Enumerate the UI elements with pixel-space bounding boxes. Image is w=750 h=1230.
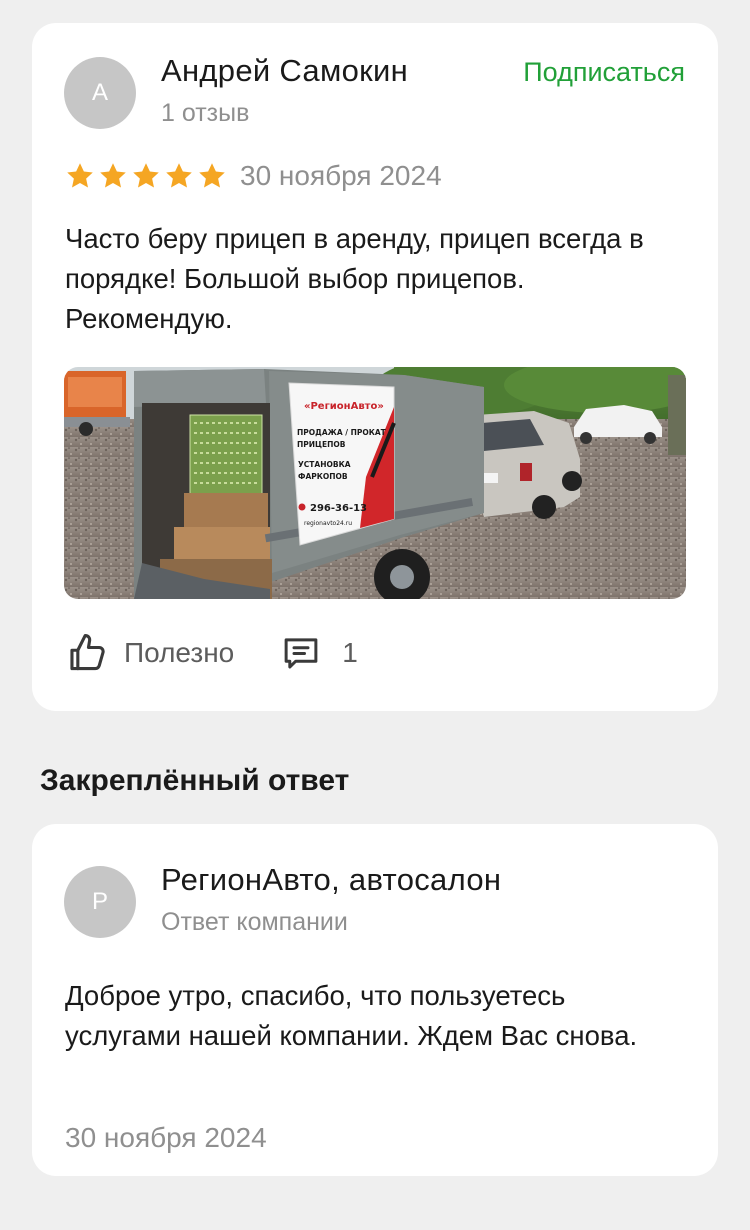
comments-button[interactable]: 1 <box>280 632 358 674</box>
star-icon <box>164 161 194 191</box>
banner-line-4: ФАРКОПОВ <box>298 472 348 481</box>
star-icon <box>131 161 161 191</box>
reply-date: 30 ноября 2024 <box>65 1122 267 1153</box>
star-icon <box>197 161 227 191</box>
review-card: А Андрей Самокин 1 отзыв Подписаться 30 … <box>32 23 718 711</box>
company-name[interactable]: РегионАвто, автосалон <box>161 862 501 898</box>
comment-icon <box>280 632 322 674</box>
useful-label: Полезно <box>124 637 235 668</box>
star-icon <box>65 161 95 191</box>
banner-phone: 296-36-13 <box>310 503 367 514</box>
thumbs-up-icon <box>65 631 109 675</box>
company-reply-card: Р РегионАвто, автосалон Ответ компании Д… <box>32 824 718 1176</box>
banner-site: regionavto24.ru <box>304 520 352 527</box>
review-photo[interactable]: «РегионАвто» ПРОДАЖА / ПРОКАТ ПРИЦЕПОВ У… <box>64 367 686 599</box>
author-review-count: 1 отзыв <box>161 99 250 127</box>
review-actions: Полезно 1 <box>65 629 358 677</box>
banner-brand: «РегионАвто» <box>304 401 384 412</box>
review-date: 30 ноября 2024 <box>240 160 442 191</box>
rating-stars <box>65 161 227 191</box>
subscribe-button[interactable]: Подписаться <box>523 57 685 88</box>
phone-icon <box>298 503 306 511</box>
author-name[interactable]: Андрей Самокин <box>161 53 408 89</box>
trailer-photo-image: «РегионАвто» ПРОДАЖА / ПРОКАТ ПРИЦЕПОВ У… <box>64 367 686 599</box>
comments-count: 1 <box>342 637 358 668</box>
useful-button[interactable]: Полезно <box>65 631 234 675</box>
banner-line-2: ПРИЦЕПОВ <box>297 440 346 449</box>
company-reply-role: Ответ компании <box>161 908 348 936</box>
pinned-reply-heading: Закреплённый ответ <box>40 764 350 797</box>
banner-line-3: УСТАНОВКА <box>298 460 351 469</box>
company-avatar[interactable]: Р <box>64 866 136 938</box>
banner-line-1: ПРОДАЖА / ПРОКАТ <box>297 428 387 437</box>
author-avatar[interactable]: А <box>64 57 136 129</box>
company-reply-text: Доброе утро, спасибо, что пользуетесь ус… <box>65 980 638 1051</box>
star-icon <box>98 161 128 191</box>
review-text: Часто беру прицеп в аренду, прицеп всегд… <box>65 223 644 334</box>
